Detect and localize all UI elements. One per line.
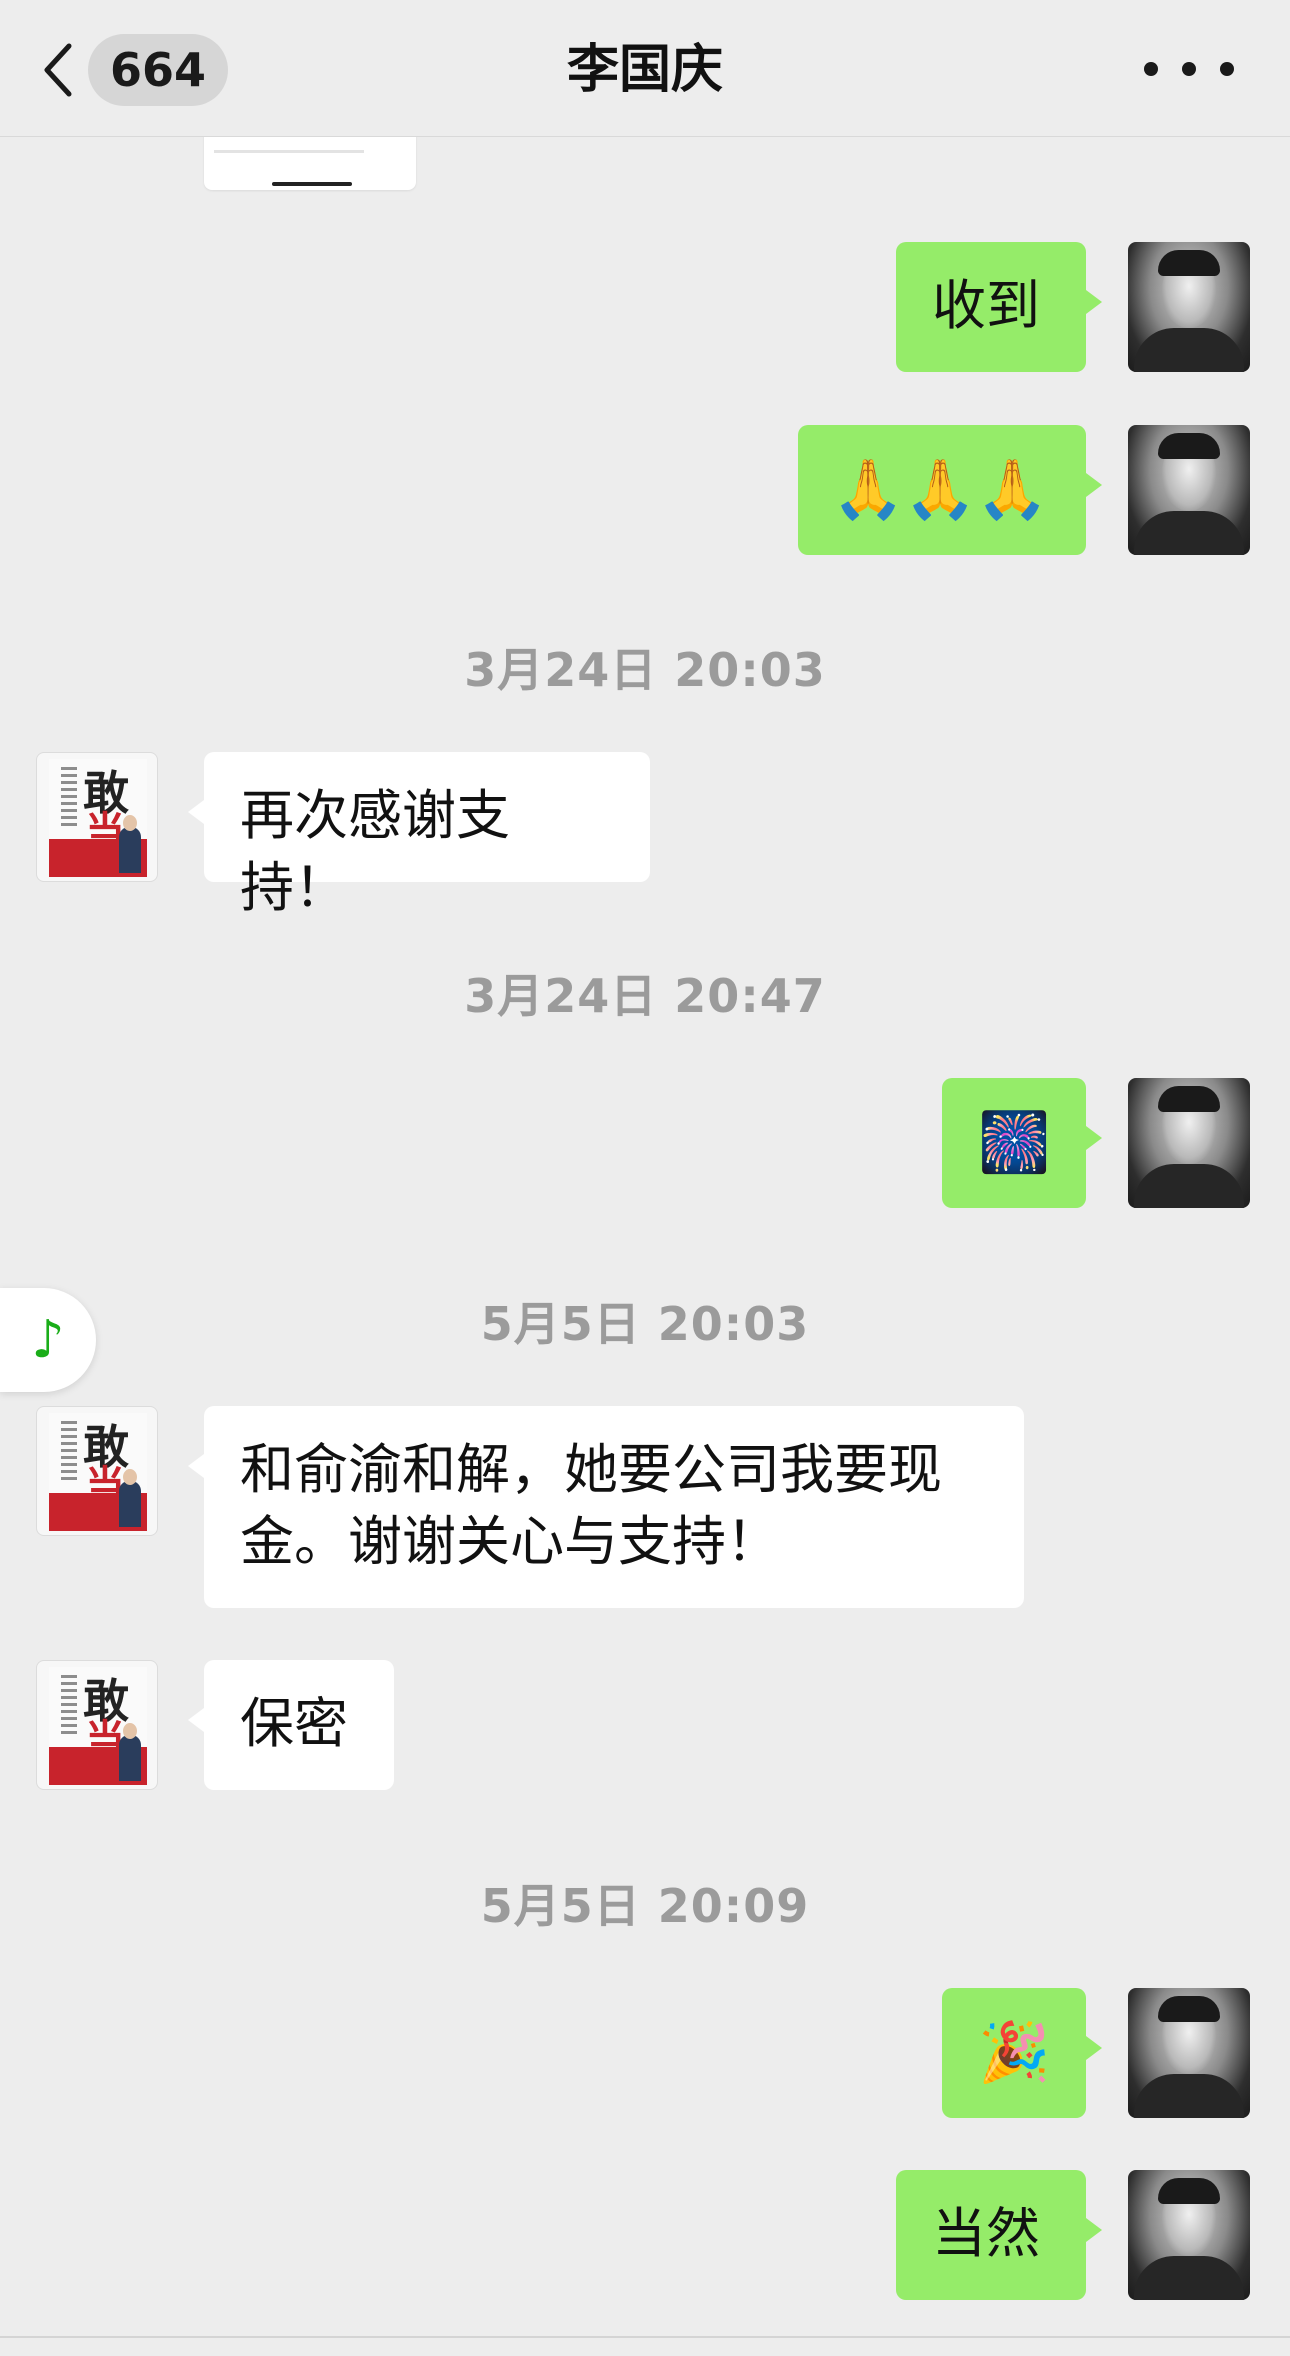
- contact-avatar[interactable]: 敢 当: [36, 1406, 158, 1536]
- avatar-detail: [1134, 2074, 1244, 2118]
- music-note-icon: ♪: [31, 1310, 65, 1370]
- self-avatar[interactable]: [1128, 1078, 1250, 1208]
- image-detail: [214, 150, 364, 153]
- message-bubble-self[interactable]: 收到: [896, 242, 1102, 372]
- self-avatar[interactable]: [1128, 425, 1250, 555]
- avatar-detail: [1134, 1164, 1244, 1208]
- contact-avatar[interactable]: 敢 当: [36, 1660, 158, 1790]
- avatar-detail: [1134, 2256, 1244, 2300]
- message-text-line: 和俞渝和解，她要公司我要现: [240, 1438, 942, 1501]
- message-bubble-self[interactable]: 🎆: [942, 1078, 1102, 1208]
- more-options-button[interactable]: [1144, 44, 1234, 94]
- self-avatar[interactable]: [1128, 1988, 1250, 2118]
- timestamp: 5月5日 20:09: [480, 1879, 810, 1933]
- message-bubble-other[interactable]: 保密: [188, 1660, 394, 1790]
- fireworks-emoji-icon: 🎆: [978, 1108, 1051, 1176]
- message-bubble-self[interactable]: 🙏🙏🙏: [798, 425, 1102, 555]
- avatar-detail: [123, 1469, 137, 1485]
- message-text: 收到: [932, 274, 1040, 337]
- timestamp: 5月5日 20:03: [480, 1297, 810, 1351]
- avatar-detail: [123, 815, 137, 831]
- more-dot-icon: [1220, 62, 1234, 76]
- avatar-detail: [119, 1481, 141, 1527]
- timestamp: 3月24日 20:03: [464, 643, 826, 697]
- chat-screen: 664 李国庆 收到 🙏🙏🙏 3月24日 20:03 敢 当 再次感谢支持！ 3…: [0, 0, 1290, 2356]
- avatar-detail: [61, 1675, 77, 1735]
- message-bubble-other[interactable]: 和俞渝和解，她要公司我要现 金。谢谢关心与支持！: [188, 1406, 1024, 1608]
- chat-header: 664 李国庆: [0, 0, 1290, 137]
- avatar-detail: [1134, 328, 1244, 372]
- self-avatar[interactable]: [1128, 242, 1250, 372]
- folded-hands-emoji-icon: 🙏🙏🙏: [832, 455, 1049, 523]
- floating-music-button[interactable]: ♪: [0, 1288, 96, 1392]
- avatar-detail: [1158, 433, 1220, 459]
- message-bubble-other[interactable]: 再次感谢支持！: [188, 752, 650, 919]
- message-text: 当然: [932, 2202, 1040, 2265]
- party-popper-emoji-icon: 🎉: [978, 2018, 1051, 2086]
- avatar-detail: [61, 1421, 77, 1481]
- more-dot-icon: [1182, 62, 1196, 76]
- message-bubble-self[interactable]: 当然: [896, 2170, 1102, 2300]
- avatar-detail: [1158, 250, 1220, 276]
- divider: [0, 2336, 1290, 2338]
- message-text-line: 金。谢谢关心与支持！: [240, 1510, 780, 1573]
- avatar-detail: [123, 1723, 137, 1739]
- avatar-detail: [119, 827, 141, 873]
- contact-avatar[interactable]: 敢 当: [36, 752, 158, 882]
- avatar-detail: [1158, 2178, 1220, 2204]
- chat-title: 李国庆: [566, 40, 723, 100]
- message-text: 保密: [240, 1692, 348, 1755]
- message-text: 再次感谢支持！: [240, 784, 510, 919]
- self-avatar[interactable]: [1128, 2170, 1250, 2300]
- image-detail: [272, 182, 352, 186]
- timestamp: 3月24日 20:47: [464, 969, 826, 1023]
- message-bubble-self[interactable]: 🎉: [942, 1988, 1102, 2118]
- more-dot-icon: [1144, 62, 1158, 76]
- avatar-detail: [119, 1735, 141, 1781]
- avatar-detail: [1158, 1996, 1220, 2022]
- avatar-detail: [1134, 511, 1244, 555]
- avatar-detail: [1158, 1086, 1220, 1112]
- avatar-detail: [61, 767, 77, 827]
